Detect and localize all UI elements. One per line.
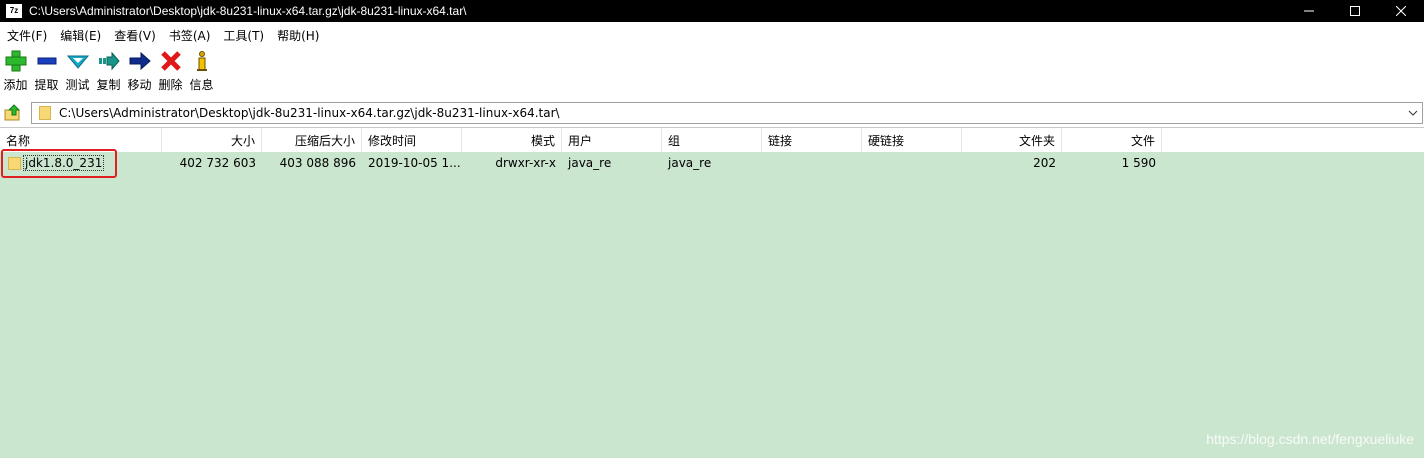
delete-button[interactable]: 删除: [155, 49, 186, 95]
toolbar: 添加 提取 测试 复制 移动 删除 信息: [0, 49, 217, 95]
add-icon: [5, 50, 26, 72]
app-logo-icon: 7z: [6, 4, 22, 18]
test-button[interactable]: 测试: [62, 49, 93, 95]
cell-hardlink: [862, 152, 962, 174]
highlight-annotation: [1, 149, 117, 178]
cell-user: java_re: [568, 156, 612, 170]
path-input[interactable]: C:\Users\Administrator\Desktop\jdk-8u231…: [31, 102, 1423, 124]
copy-icon: [98, 51, 120, 71]
delete-icon: [160, 51, 181, 71]
path-dropdown-button[interactable]: [1407, 106, 1419, 120]
minimize-button[interactable]: [1286, 0, 1332, 22]
cell-modified: 2019-10-05 1...: [368, 156, 461, 170]
column-header-folders[interactable]: 文件夹: [962, 128, 1062, 152]
title-bar: 7z C:\Users\Administrator\Desktop\jdk-8u…: [0, 0, 1424, 22]
add-button[interactable]: 添加: [0, 49, 31, 95]
test-label: 测试: [65, 78, 90, 92]
column-header-mode[interactable]: 模式: [462, 128, 562, 152]
cell-link: [762, 152, 862, 174]
menu-bookmarks[interactable]: 书签(A): [162, 27, 217, 44]
column-header-link[interactable]: 链接: [762, 128, 862, 152]
column-header-size[interactable]: 大小: [162, 128, 262, 152]
window-title: C:\Users\Administrator\Desktop\jdk-8u231…: [29, 4, 467, 18]
maximize-button[interactable]: [1332, 0, 1378, 22]
copy-label: 复制: [96, 78, 121, 92]
move-icon: [129, 51, 151, 71]
menu-bar: 文件(F) 编辑(E) 查看(V) 书签(A) 工具(T) 帮助(H): [0, 25, 325, 45]
cell-packed-size: 403 088 896: [279, 156, 356, 170]
cell-files: 1 590: [1121, 156, 1156, 170]
menu-edit[interactable]: 编辑(E): [53, 27, 107, 44]
file-list[interactable]: 名称 大小 压缩后大小 修改时间 模式 用户 组 链接 硬链接 文件夹 文件 j…: [0, 127, 1424, 458]
maximize-icon: [1350, 6, 1360, 16]
extract-button[interactable]: 提取: [31, 49, 62, 95]
close-icon: [1396, 6, 1406, 16]
cell-folders: 202: [1033, 156, 1056, 170]
menu-file[interactable]: 文件(F): [0, 27, 53, 44]
minimize-icon: [1304, 10, 1314, 12]
cell-group: java_re: [668, 156, 712, 170]
column-header-packed-size[interactable]: 压缩后大小: [262, 128, 362, 152]
column-header-group[interactable]: 组: [662, 128, 762, 152]
column-header-hardlink[interactable]: 硬链接: [862, 128, 962, 152]
menu-help[interactable]: 帮助(H): [270, 27, 325, 44]
address-bar: C:\Users\Administrator\Desktop\jdk-8u231…: [0, 99, 1424, 127]
watermark: https://blog.csdn.net/fengxueliuke: [1206, 431, 1414, 447]
column-header-user[interactable]: 用户: [562, 128, 662, 152]
cell-mode: drwxr-xr-x: [495, 156, 556, 170]
column-header-files[interactable]: 文件: [1062, 128, 1162, 152]
copy-button[interactable]: 复制: [93, 49, 124, 95]
extract-icon: [37, 57, 56, 65]
delete-label: 删除: [158, 78, 183, 92]
test-icon: [66, 55, 89, 69]
chevron-down-icon: [1408, 110, 1418, 116]
info-label: 信息: [189, 78, 214, 92]
table-row[interactable]: jdk1.8.0_231 402 732 603 403 088 896 201…: [0, 152, 1162, 174]
window-controls: [1286, 0, 1424, 22]
up-folder-button[interactable]: [2, 102, 24, 124]
move-label: 移动: [127, 78, 152, 92]
cell-size: 402 732 603: [179, 156, 256, 170]
folder-up-icon: [4, 104, 21, 121]
close-button[interactable]: [1378, 0, 1424, 22]
path-text: C:\Users\Administrator\Desktop\jdk-8u231…: [59, 106, 560, 120]
info-icon: [196, 51, 207, 71]
move-button[interactable]: 移动: [124, 49, 155, 95]
column-header-modified[interactable]: 修改时间: [362, 128, 462, 152]
menu-view[interactable]: 查看(V): [107, 27, 162, 44]
list-header: 名称 大小 压缩后大小 修改时间 模式 用户 组 链接 硬链接 文件夹 文件: [0, 128, 1424, 152]
folder-icon: [39, 106, 51, 120]
menu-tools[interactable]: 工具(T): [216, 27, 270, 44]
extract-label: 提取: [34, 78, 59, 92]
add-label: 添加: [3, 78, 28, 92]
info-button[interactable]: 信息: [186, 49, 217, 95]
